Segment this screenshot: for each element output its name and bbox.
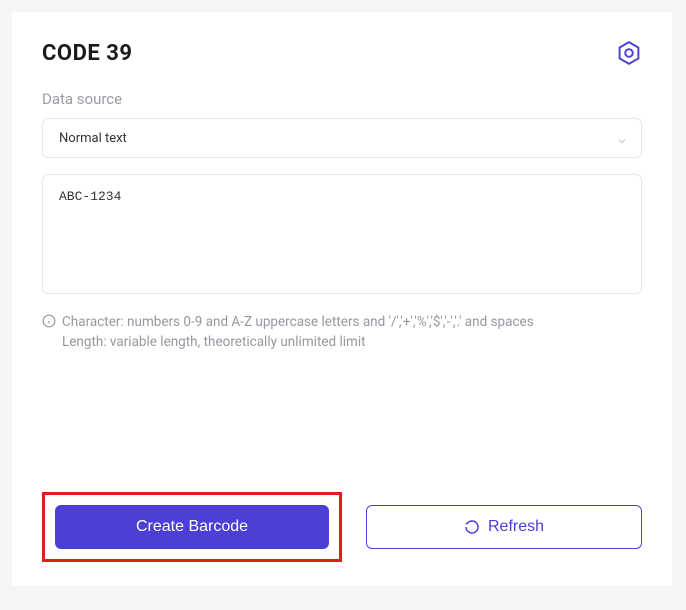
barcode-text-input[interactable] — [42, 174, 642, 294]
refresh-button[interactable]: Refresh — [366, 505, 642, 549]
refresh-icon — [464, 519, 480, 535]
button-row: Create Barcode Refresh — [42, 492, 642, 562]
page-title: CODE 39 — [42, 41, 132, 66]
settings-icon[interactable] — [616, 40, 642, 66]
barcode-card: CODE 39 Data source Normal text — [12, 12, 672, 586]
hint-line-length: Length: variable length, theoretically u… — [62, 332, 534, 352]
hint-line-characters: Character: numbers 0-9 and A-Z uppercase… — [62, 312, 534, 332]
select-value: Normal text — [59, 131, 127, 146]
hint-text: Character: numbers 0-9 and A-Z uppercase… — [42, 312, 642, 353]
highlight-annotation: Create Barcode — [42, 492, 342, 562]
data-source-label: Data source — [42, 90, 642, 108]
create-barcode-button[interactable]: Create Barcode — [55, 505, 329, 549]
hint-content: Character: numbers 0-9 and A-Z uppercase… — [62, 312, 534, 353]
data-source-select[interactable]: Normal text — [42, 118, 642, 158]
data-source-select-wrapper: Normal text — [42, 118, 642, 158]
refresh-button-label: Refresh — [488, 518, 544, 536]
create-button-label: Create Barcode — [136, 518, 248, 536]
card-header: CODE 39 — [42, 40, 642, 66]
info-icon — [42, 314, 56, 353]
